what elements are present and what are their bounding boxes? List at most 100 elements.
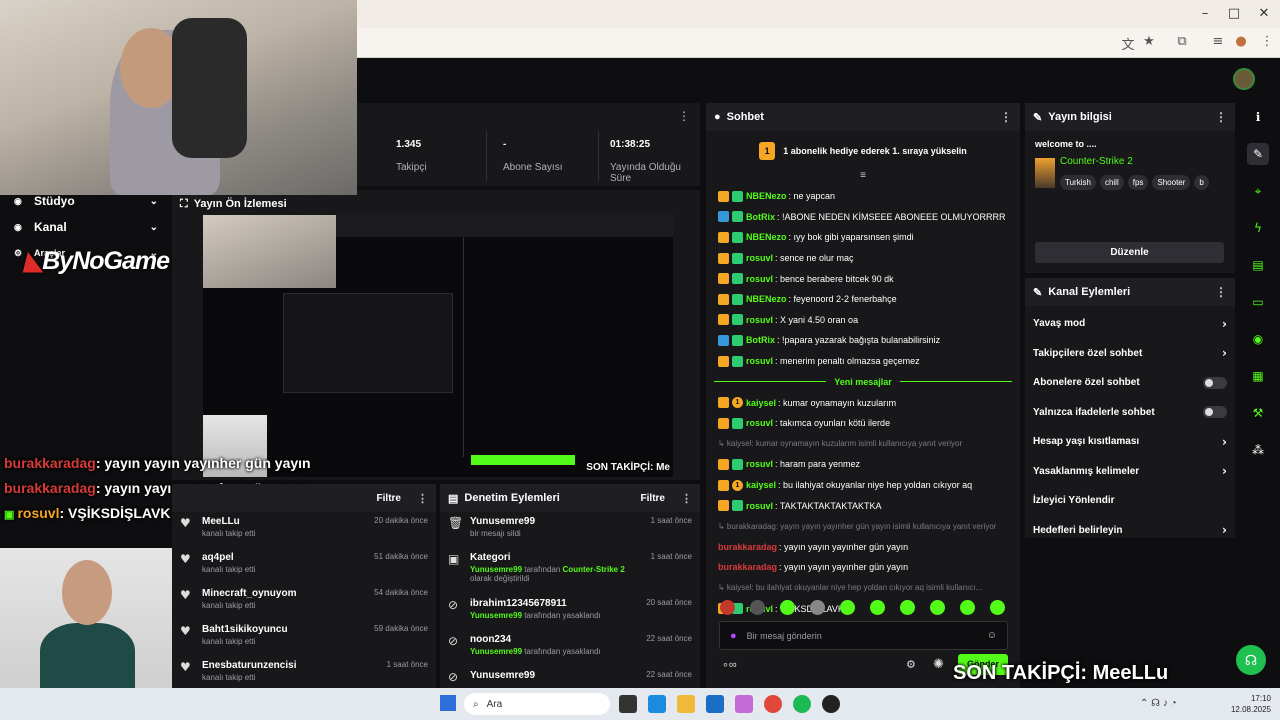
chat-username[interactable]: kaiysel bbox=[746, 480, 776, 490]
moderation-target[interactable]: noon234 bbox=[470, 634, 640, 645]
explorer-icon[interactable] bbox=[677, 695, 695, 713]
lightning-icon[interactable]: ϟ bbox=[1247, 217, 1269, 239]
activity-username[interactable]: Baht1sikikoyuncu bbox=[202, 624, 288, 635]
chat-bubble-icon[interactable]: ▭ bbox=[1247, 291, 1269, 313]
moderation-target[interactable]: Yunusemre99 bbox=[470, 670, 640, 681]
stats-menu-icon[interactable]: ⋮ bbox=[678, 109, 690, 123]
reply-context[interactable]: ↳ burakkaradag: yayın yayın yayınher gün… bbox=[706, 516, 1020, 537]
stream-tag[interactable]: chill bbox=[1099, 175, 1124, 190]
chat-username[interactable]: rosuvl bbox=[746, 418, 773, 428]
emote-icon[interactable] bbox=[720, 600, 735, 615]
stream-tag[interactable]: b bbox=[1194, 175, 1209, 190]
emote-icon[interactable] bbox=[870, 600, 885, 615]
edit-button[interactable]: Düzenle bbox=[1035, 242, 1224, 263]
chat-message[interactable]: rosuvl: sence ne olur maç bbox=[706, 248, 1020, 269]
emoji-icon[interactable]: ☺ bbox=[987, 630, 997, 641]
taskbar-search[interactable]: ⌕ Ara bbox=[464, 693, 610, 715]
channel-action-item[interactable]: Hedefleri belirleyin › bbox=[1025, 516, 1235, 546]
moderation-row[interactable]: ⊘ Yunusemre99 22 saat önce bbox=[440, 666, 700, 688]
moderation-row[interactable]: ▣ Kategori Yunusemre99 tarafından Counter-… bbox=[440, 548, 700, 594]
chat-message[interactable]: rosuvl: TAKTAKTAKTAKTAKTKA bbox=[706, 495, 1020, 516]
settings-icon[interactable]: ⚙ bbox=[906, 658, 916, 671]
chat-username[interactable]: rosuvl bbox=[746, 459, 773, 469]
chat-message[interactable]: burakkaradag: yayın yayın yayınher gün y… bbox=[706, 537, 1020, 558]
close-window-button[interactable]: ✕ bbox=[1254, 6, 1274, 21]
chat-username[interactable]: rosuvl bbox=[746, 356, 773, 366]
chat-menu-icon[interactable]: ⋮ bbox=[1000, 110, 1012, 124]
edit-icon[interactable]: ✎ bbox=[1247, 143, 1269, 165]
chat-username[interactable]: rosuvl bbox=[746, 274, 773, 284]
chrome-icon[interactable] bbox=[764, 695, 782, 713]
activity-username[interactable]: MeeLLu bbox=[202, 516, 255, 527]
channel-action-item[interactable]: Takipçilere özel sohbet › bbox=[1025, 339, 1235, 369]
chat-message[interactable]: NBENezo: ıyy bok gibi yaparsınsen şimdi bbox=[706, 227, 1020, 248]
maximize-button[interactable]: □ bbox=[1224, 6, 1244, 21]
chat-username[interactable]: burakkaradag bbox=[718, 542, 777, 552]
broadcast-icon[interactable]: ◉ bbox=[1247, 328, 1269, 350]
stream-info-menu-icon[interactable]: ⋮ bbox=[1215, 110, 1227, 124]
emote-icon[interactable] bbox=[960, 600, 975, 615]
activity-username[interactable]: Minecraft_oynuyom bbox=[202, 588, 296, 599]
chat-username[interactable]: BotRix bbox=[746, 335, 775, 345]
chat-username[interactable]: rosuvl bbox=[746, 315, 773, 325]
chat-message[interactable]: rosuvl: bence berabere bitcek 90 dk bbox=[706, 268, 1020, 289]
chat-username[interactable]: rosuvl bbox=[746, 501, 773, 511]
mic-icon[interactable]: ● bbox=[730, 630, 737, 642]
minimize-button[interactable]: – bbox=[1195, 6, 1215, 21]
profile-icon[interactable]: ● bbox=[1232, 34, 1250, 52]
channel-action-item[interactable]: İzleyici Yönlendir bbox=[1025, 486, 1235, 516]
stream-preview[interactable]: SON TAKİPÇİ: Me bbox=[203, 215, 673, 477]
game-link[interactable]: Counter-Strike 2 bbox=[1060, 156, 1225, 167]
media-icon[interactable]: ≡ bbox=[1209, 34, 1227, 52]
edge-icon[interactable] bbox=[648, 695, 666, 713]
toggle-switch[interactable] bbox=[1203, 406, 1227, 419]
moderation-target[interactable]: Yunusemre99 bbox=[470, 516, 640, 527]
chat-input[interactable]: ● Bir mesaj gönderin ☺ bbox=[719, 621, 1008, 650]
channel-action-item[interactable]: Yavaş mod › bbox=[1025, 309, 1235, 339]
activity-username[interactable]: aq4pel bbox=[202, 552, 255, 563]
moderation-target[interactable]: Kategori bbox=[470, 552, 640, 563]
clipboard-rail-icon[interactable]: ▤ bbox=[1247, 254, 1269, 276]
chat-username[interactable]: NBENezo bbox=[746, 294, 787, 304]
activity-row[interactable]: ♥ Enesbaturunzencisi kanalı takip etti 1 sa… bbox=[172, 656, 436, 688]
chat-message[interactable]: NBENezo: ne yapcan bbox=[706, 186, 1020, 207]
chat-message[interactable]: NBENezo: feyenoord 2-2 fenerbahçe bbox=[706, 289, 1020, 310]
activity-row[interactable]: ♥ aq4pel kanalı takip etti 51 dakika önce bbox=[172, 548, 436, 584]
reply-context[interactable]: ↳ kaiysel: kumar oynamayın kuzularım isi… bbox=[706, 434, 1020, 455]
star-icon[interactable]: ★ bbox=[1140, 34, 1158, 52]
outlook-icon[interactable] bbox=[706, 695, 724, 713]
clock[interactable]: 17:10 12.08.2025 bbox=[1205, 693, 1271, 715]
chat-message[interactable]: BotRix: !papara yazarak bağışta bulanabi… bbox=[706, 330, 1020, 351]
kick-links-icon[interactable]: ∘∞ bbox=[722, 658, 737, 671]
emote-icon[interactable] bbox=[930, 600, 945, 615]
channel-action-item[interactable]: Yalnızca ifadelerle sohbet bbox=[1025, 398, 1235, 428]
info-icon[interactable]: ℹ bbox=[1247, 106, 1269, 128]
channel-action-item[interactable]: Abonelere özel sohbet bbox=[1025, 368, 1235, 398]
translate-icon[interactable]: 文 bbox=[1119, 34, 1137, 53]
extension-icon[interactable]: ⧉ bbox=[1173, 34, 1191, 52]
task-view-icon[interactable] bbox=[619, 695, 637, 713]
expand-icon[interactable]: ≡ bbox=[706, 171, 1020, 181]
chat-message[interactable]: burakkaradag: yayın yayın yayınher gün y… bbox=[706, 557, 1020, 578]
activity-row[interactable]: ♥ Minecraft_oynuyom kanalı takip etti 54 da… bbox=[172, 584, 436, 620]
apps-icon[interactable]: ⁂ bbox=[1247, 439, 1269, 461]
emote-icon[interactable] bbox=[840, 600, 855, 615]
moderation-row[interactable]: ⊘ noon234 Yunusemre99 tarafından yasakland… bbox=[440, 630, 700, 666]
moderation-menu-icon[interactable]: ⋮ bbox=[681, 492, 692, 505]
activity-row[interactable]: ♥ Baht1sikikoyuncu kanalı takip etti 59 dak… bbox=[172, 620, 436, 656]
menu-icon[interactable]: ⋮ bbox=[1258, 34, 1276, 52]
chat-username[interactable]: BotRix bbox=[746, 212, 775, 222]
layout-icon[interactable]: ▦ bbox=[1247, 365, 1269, 387]
activity-username[interactable]: Enesbaturunzencisi bbox=[202, 660, 296, 671]
chat-username[interactable]: burakkaradag bbox=[718, 562, 777, 572]
emote-icon[interactable] bbox=[900, 600, 915, 615]
moderation-row[interactable]: 🗑 Yunusemre99 bir mesajı sildi 1 saat önce bbox=[440, 512, 700, 548]
windows-start-icon[interactable] bbox=[440, 695, 456, 711]
spotify-icon[interactable] bbox=[793, 695, 811, 713]
wrench-rail-icon[interactable]: ⚒ bbox=[1247, 402, 1269, 424]
chat-username[interactable]: NBENezo bbox=[746, 191, 787, 201]
chat-username[interactable]: NBENezo bbox=[746, 232, 787, 242]
copilot-icon[interactable] bbox=[735, 695, 753, 713]
system-tray[interactable]: ⌃ ☊ ♪ ◔ bbox=[1140, 698, 1177, 709]
focus-icon[interactable]: ⌖ bbox=[1247, 180, 1269, 202]
